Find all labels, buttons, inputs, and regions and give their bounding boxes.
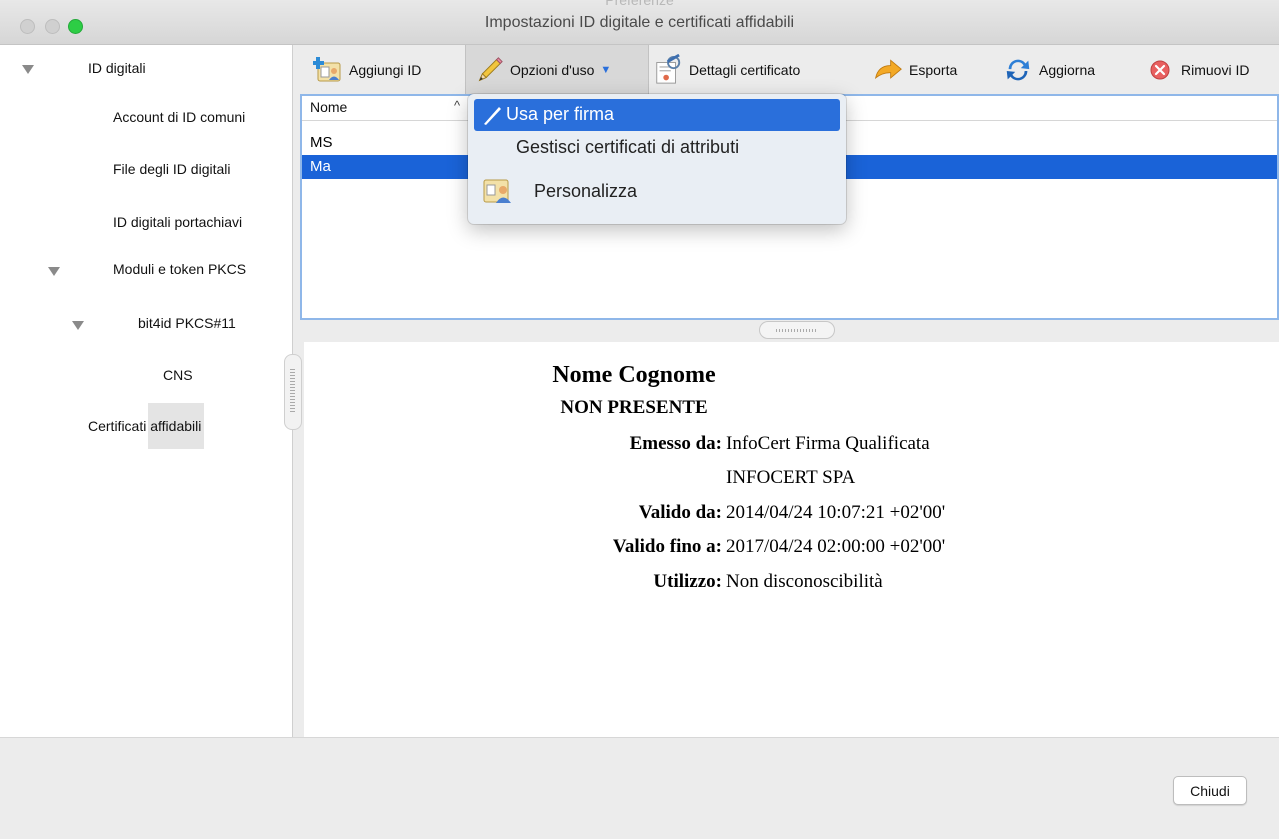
menu-item-gestisci-certificati[interactable]: Gestisci certificati di attributi — [474, 132, 840, 164]
menu-item-label: Gestisci certificati di attributi — [516, 137, 740, 157]
issuer-org-value: INFOCERT SPA — [726, 467, 856, 488]
valid-to-value: 2017/04/24 02:00:00 +02'00' — [726, 536, 946, 557]
sidebar-item-bit4id-pkcs11[interactable]: bit4id PKCS#11 — [138, 315, 236, 331]
disclosure-triangle-icon[interactable] — [48, 267, 60, 276]
export-arrow-icon — [873, 55, 903, 85]
close-button[interactable]: Chiudi — [1173, 776, 1247, 805]
column-header-name[interactable]: Nome — [310, 99, 347, 115]
pencil-icon — [474, 55, 504, 85]
certificate-details-icon — [653, 53, 683, 85]
add-id-button[interactable]: Aggiungi ID — [313, 45, 421, 94]
export-label: Esporta — [909, 61, 958, 78]
valid-to-label: Valido fino a: — [612, 536, 722, 557]
settings-window: Preferenze Impostazioni ID digitale e ce… — [0, 0, 1279, 839]
sidebar-item-id-digitali[interactable]: ID digitali — [88, 60, 146, 76]
remove-id-button[interactable]: Rimuovi ID — [1145, 45, 1249, 94]
valid-from-row: Valido da: 2014/04/24 10:07:21 +02'00' — [304, 502, 1279, 532]
cert-holder-name: Nome Cognome — [552, 362, 716, 388]
disclosure-triangle-icon[interactable] — [22, 65, 34, 74]
window-title: Impostazioni ID digitale e certificati a… — [484, 14, 795, 31]
table-cell-name: MS — [310, 134, 333, 151]
sidebar-item-account-id-comuni[interactable]: Account di ID comuni — [113, 109, 245, 125]
sidebar-item-certificati-affidabili[interactable]: Certificati affidabili — [88, 418, 201, 434]
remove-icon — [1145, 55, 1175, 85]
sidebar-item-cns[interactable]: CNS — [163, 367, 193, 383]
toolbar: Aggiungi ID Opzioni d'uso ▼ Dettagli cer… — [293, 45, 1279, 94]
menu-item-usa-per-firma[interactable]: Usa per firma — [474, 99, 840, 131]
sidebar-item-file-id-digitali[interactable]: File degli ID digitali — [113, 161, 231, 177]
usage-label: Utilizzo: — [653, 571, 722, 592]
cert-details-button[interactable]: Dettagli certificato — [653, 45, 800, 94]
issued-by-label: Emesso da: — [629, 433, 722, 454]
refresh-button[interactable]: Aggiorna — [1003, 45, 1095, 94]
sidebar-item-moduli-token-pkcs[interactable]: Moduli e token PKCS — [113, 261, 246, 277]
menu-item-label: Personalizza — [534, 181, 638, 201]
usage-value: Non disconoscibilità — [726, 571, 883, 592]
add-id-icon — [313, 55, 343, 85]
title-bar[interactable]: Preferenze Impostazioni ID digitale e ce… — [0, 0, 1279, 45]
certificate-details-panel: Nome Cognome NON PRESENTE Emesso da: Inf… — [304, 342, 1279, 737]
cert-details-label: Dettagli certificato — [689, 61, 801, 78]
valid-from-label: Valido da: — [638, 502, 722, 523]
valid-to-row: Valido fino a: 2017/04/24 02:00:00 +02'0… — [304, 536, 1279, 566]
menu-item-personalizza[interactable]: Personalizza — [474, 174, 840, 210]
export-button[interactable]: Esporta — [873, 45, 957, 94]
valid-from-value: 2014/04/24 10:07:21 +02'00' — [726, 502, 946, 523]
dropdown-arrow-icon: ▼ — [600, 63, 612, 76]
table-cell-name: Ma — [310, 158, 331, 175]
refresh-icon — [1003, 55, 1033, 85]
remove-id-label: Rimuovi ID — [1181, 61, 1250, 78]
sidebar-item-id-portachiavi[interactable]: ID digitali portachiavi — [113, 214, 242, 230]
disclosure-triangle-icon[interactable] — [72, 321, 84, 330]
issued-by-value: InfoCert Firma Qualificata — [726, 433, 930, 454]
refresh-label: Aggiorna — [1039, 61, 1096, 78]
personalize-icon — [482, 176, 516, 213]
pane-resize-handle[interactable] — [759, 321, 835, 339]
usage-options-menu: Usa per firma Gestisci certificati di at… — [468, 94, 846, 224]
sort-ascending-icon: ^ — [454, 98, 461, 113]
add-id-label: Aggiungi ID — [349, 61, 422, 78]
background-window-title: Preferenze — [605, 0, 674, 8]
usage-options-button[interactable]: Opzioni d'uso ▼ — [465, 45, 649, 94]
cert-holder-org: NON PRESENTE — [560, 397, 708, 418]
usage-options-label: Opzioni d'uso — [510, 61, 595, 78]
issuer-org-row: INFOCERT SPA — [304, 467, 1279, 497]
usage-row: Utilizzo: Non disconoscibilità — [304, 571, 1279, 601]
issued-by-row: Emesso da: InfoCert Firma Qualificata — [304, 433, 1279, 463]
menu-item-label: Usa per firma — [506, 104, 615, 124]
sidebar: ID digitali Account di ID comuni File de… — [0, 45, 293, 737]
sidebar-splitter[interactable] — [284, 354, 302, 430]
pencil-icon — [480, 103, 504, 132]
footer-bar — [0, 737, 1279, 839]
